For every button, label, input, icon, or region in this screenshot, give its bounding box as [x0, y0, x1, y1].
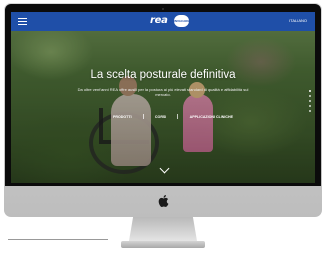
camera [162, 8, 164, 10]
imac-monitor: rea INVACARE ITALIANO La scelta postural… [4, 3, 322, 217]
screen-bezel: rea INVACARE ITALIANO La scelta postural… [5, 4, 321, 186]
invacare-badge: INVACARE [174, 15, 189, 27]
link-corsi[interactable]: CORSI [155, 115, 166, 119]
top-navbar: rea INVACARE ITALIANO [11, 12, 315, 31]
slider-dots [309, 90, 312, 115]
link-divider [177, 114, 179, 119]
link-applicazioni-cliniche[interactable]: APPLICAZIONI CLINICHE [190, 115, 233, 119]
desk-line [8, 239, 108, 240]
slider-dot[interactable] [309, 105, 311, 107]
hero-overlay [11, 12, 315, 183]
slider-dot[interactable] [309, 100, 311, 102]
apple-logo-icon [158, 195, 169, 207]
hero-title: La scelta posturale definitiva [90, 69, 236, 81]
monitor-stand [129, 217, 197, 241]
monitor-chin [5, 186, 321, 216]
link-prodotti[interactable]: PRODOTTI [113, 115, 132, 119]
hamburger-menu-icon[interactable] [18, 18, 27, 25]
slider-dot[interactable] [309, 90, 311, 92]
slider-dot[interactable] [309, 110, 311, 112]
language-selector[interactable]: ITALIANO [289, 18, 307, 23]
screen: rea INVACARE ITALIANO La scelta postural… [11, 12, 315, 183]
monitor-stand-base [121, 241, 205, 248]
link-divider [142, 114, 144, 119]
hero-subtitle: Da oltre vent'anni REA offre ausili per … [77, 87, 249, 97]
hero-links: PRODOTTI CORSI APPLICAZIONI CLINICHE [113, 112, 233, 121]
slider-dot[interactable] [309, 95, 311, 97]
rea-logo[interactable]: rea [150, 15, 168, 26]
